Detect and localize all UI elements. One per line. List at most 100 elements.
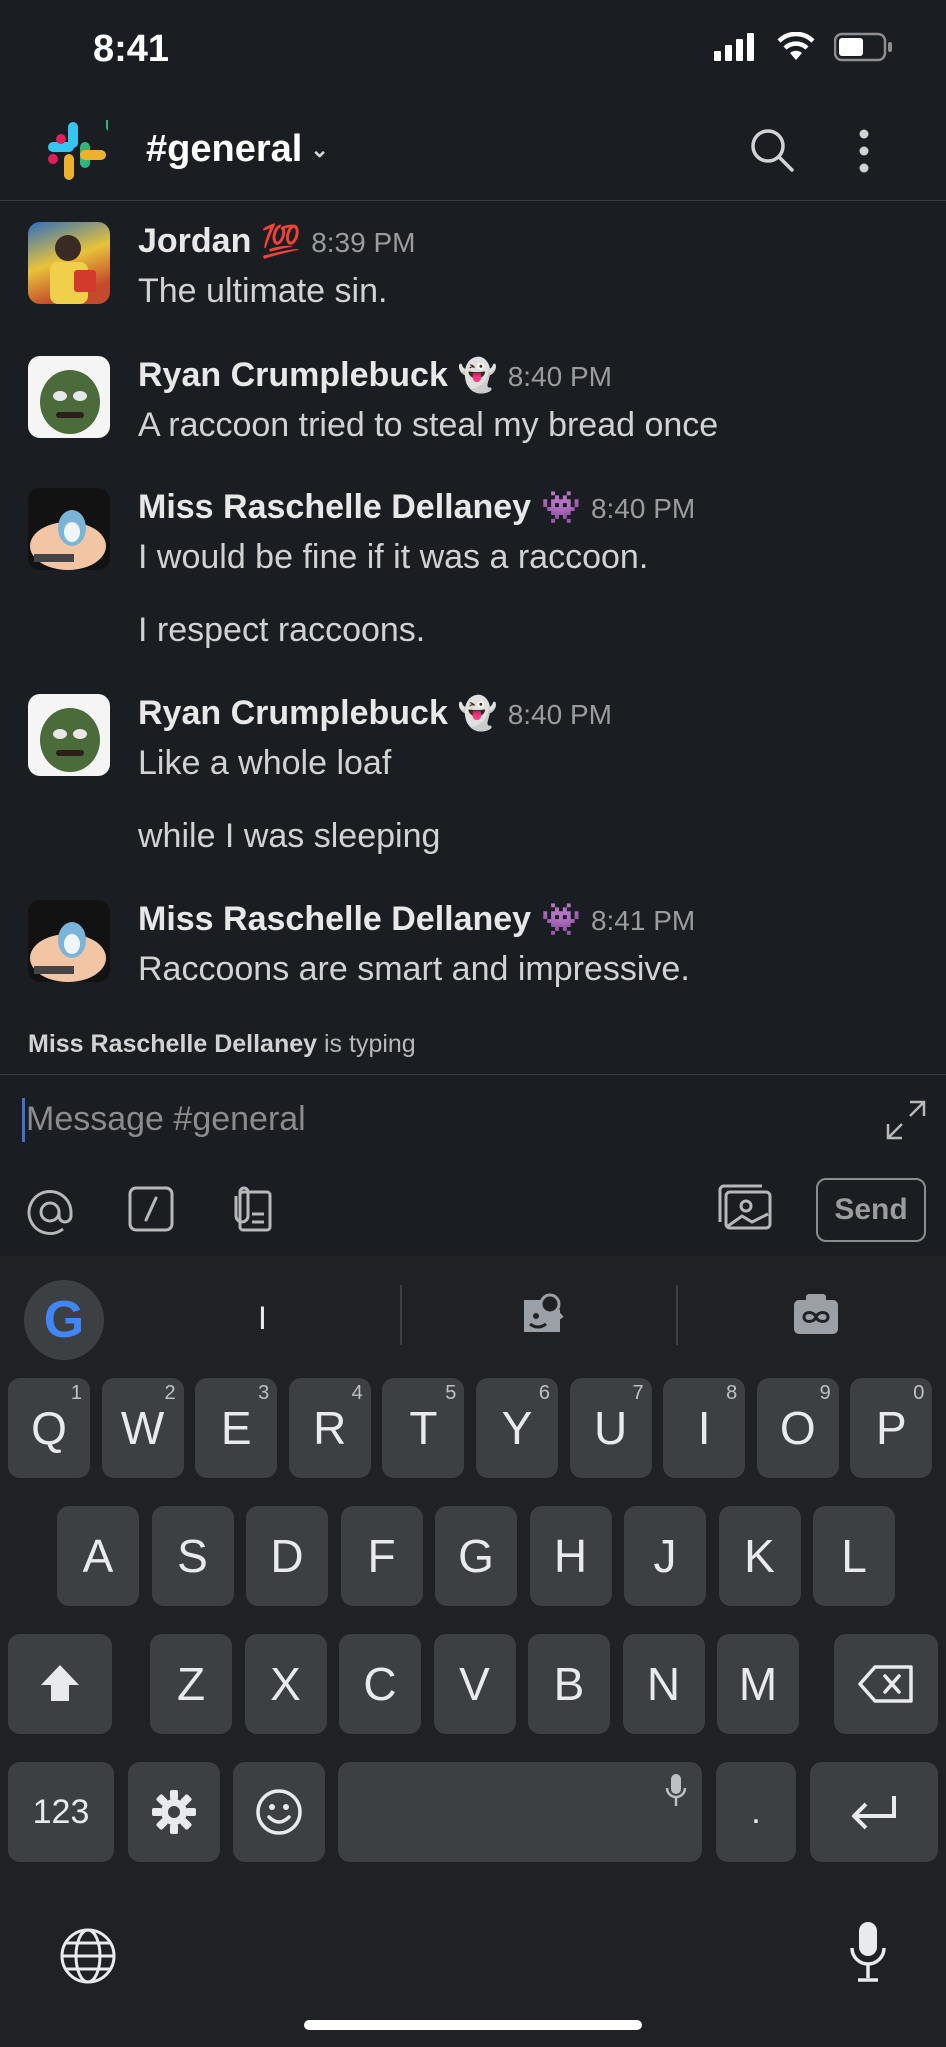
- key-hint: 3: [258, 1382, 270, 1404]
- key-hint: 9: [819, 1382, 831, 1404]
- key-d[interactable]: D: [246, 1506, 328, 1606]
- key-n-label: N: [646, 1658, 681, 1710]
- emoji-key[interactable]: [233, 1762, 325, 1862]
- emoji-icon: [256, 1789, 302, 1835]
- key-l[interactable]: L: [813, 1506, 895, 1606]
- key-x[interactable]: X: [244, 1634, 327, 1734]
- avatar[interactable]: [28, 488, 110, 570]
- author-name[interactable]: Ryan Crumplebuck: [138, 356, 448, 395]
- key-v-label: V: [459, 1658, 490, 1710]
- status-emoji: 💯: [261, 223, 302, 259]
- message-text: while I was sleeping: [138, 817, 441, 855]
- shift-key[interactable]: [8, 1634, 112, 1734]
- key-w-label: W: [120, 1402, 165, 1454]
- numbers-key[interactable]: 123: [8, 1762, 114, 1862]
- key-c-label: C: [363, 1658, 397, 1710]
- key-t[interactable]: T5: [382, 1378, 465, 1478]
- expand-icon[interactable]: [884, 1098, 928, 1142]
- status-icons: [714, 32, 894, 62]
- key-r[interactable]: R4: [288, 1378, 371, 1478]
- search-icon[interactable]: [748, 126, 798, 176]
- gif-camera-icon[interactable]: [792, 1292, 840, 1336]
- avatar[interactable]: [28, 900, 110, 982]
- key-h[interactable]: H: [529, 1506, 612, 1606]
- key-j-label: J: [653, 1530, 677, 1582]
- key-hint: 6: [538, 1382, 550, 1404]
- timestamp: 8:39 PM: [311, 227, 416, 258]
- author-name[interactable]: Jordan: [138, 222, 251, 261]
- key-e[interactable]: E3: [195, 1378, 278, 1478]
- author-name[interactable]: Ryan Crumplebuck: [138, 694, 448, 733]
- key-u[interactable]: U7: [569, 1378, 652, 1478]
- backspace-key[interactable]: [834, 1634, 938, 1734]
- mention-icon[interactable]: [24, 1186, 76, 1238]
- space-mic-icon: [665, 1774, 687, 1806]
- key-s[interactable]: S: [151, 1506, 234, 1606]
- text-cursor: [22, 1098, 25, 1142]
- key-c[interactable]: C: [339, 1634, 421, 1734]
- key-f-label: F: [367, 1530, 396, 1582]
- settings-key[interactable]: [128, 1762, 220, 1862]
- dictation-mic-icon[interactable]: [848, 1920, 888, 1984]
- key-z[interactable]: Z: [150, 1634, 232, 1734]
- home-indicator[interactable]: [304, 2020, 642, 2030]
- more-options-icon[interactable]: [850, 126, 878, 176]
- key-m[interactable]: M: [717, 1634, 799, 1734]
- key-q[interactable]: Q1: [8, 1378, 90, 1478]
- avatar-image: [30, 922, 106, 982]
- message-text: The ultimate sin.: [138, 272, 388, 310]
- key-b[interactable]: B: [528, 1634, 610, 1734]
- photo-gallery-icon[interactable]: [716, 1182, 774, 1232]
- attach-file-icon[interactable]: [228, 1186, 274, 1234]
- key-y[interactable]: Y6: [476, 1378, 558, 1478]
- send-button[interactable]: Send: [816, 1178, 926, 1242]
- key-i-label: I: [697, 1402, 711, 1454]
- key-v[interactable]: V: [433, 1634, 516, 1734]
- key-k-label: K: [744, 1530, 775, 1582]
- battery-icon: [834, 32, 892, 62]
- slash-command-icon[interactable]: [128, 1186, 174, 1232]
- channel-header: [0, 100, 946, 201]
- author-name[interactable]: Miss Raschelle Dellaney: [138, 488, 531, 527]
- avatar[interactable]: [28, 356, 110, 438]
- key-f[interactable]: F: [340, 1506, 423, 1606]
- message-text: A raccoon tried to steal my bread once: [138, 406, 719, 444]
- key-i[interactable]: I8: [663, 1378, 746, 1478]
- message-input[interactable]: Message #general: [26, 1100, 306, 1139]
- suggestion-word[interactable]: I: [258, 1300, 267, 1337]
- key-a[interactable]: A: [57, 1506, 139, 1606]
- avatar[interactable]: [28, 222, 110, 304]
- slack-logo-icon[interactable]: [46, 120, 108, 182]
- key-h-label: H: [553, 1530, 588, 1582]
- message-text: Like a whole loaf: [138, 744, 392, 782]
- key-g[interactable]: G: [435, 1506, 517, 1606]
- key-j[interactable]: J: [624, 1506, 706, 1606]
- author-name[interactable]: Miss Raschelle Dellaney: [138, 900, 531, 939]
- status-emoji: 👻: [457, 357, 498, 393]
- key-b-label: B: [553, 1658, 585, 1710]
- key-w[interactable]: W2: [101, 1378, 184, 1478]
- key-hint: 5: [445, 1382, 457, 1404]
- return-key[interactable]: [810, 1762, 938, 1862]
- channel-title[interactable]: #general ⌄: [146, 128, 329, 171]
- avatar[interactable]: [28, 694, 110, 776]
- key-n[interactable]: N: [622, 1634, 705, 1734]
- backspace-icon: [858, 1665, 913, 1703]
- message-text: I respect raccoons.: [138, 611, 426, 649]
- key-o[interactable]: O9: [756, 1378, 839, 1478]
- google-icon[interactable]: G: [24, 1280, 104, 1360]
- key-u-label: U: [593, 1402, 628, 1454]
- sticker-search-icon[interactable]: [518, 1290, 566, 1338]
- typing-user: Miss Raschelle Dellaney: [28, 1030, 318, 1058]
- period-key[interactable]: .: [716, 1762, 796, 1862]
- shift-icon: [41, 1665, 79, 1701]
- space-bar[interactable]: [338, 1762, 702, 1862]
- key-k[interactable]: K: [718, 1506, 801, 1606]
- key-y-label: Y: [501, 1402, 533, 1454]
- key-e-label: E: [220, 1402, 252, 1454]
- status-emoji: 👾: [541, 489, 581, 525]
- globe-icon[interactable]: [58, 1926, 118, 1986]
- key-p[interactable]: P0: [850, 1378, 933, 1478]
- chevron-down-icon: ⌄: [310, 136, 329, 162]
- key-q-label: Q: [31, 1402, 67, 1454]
